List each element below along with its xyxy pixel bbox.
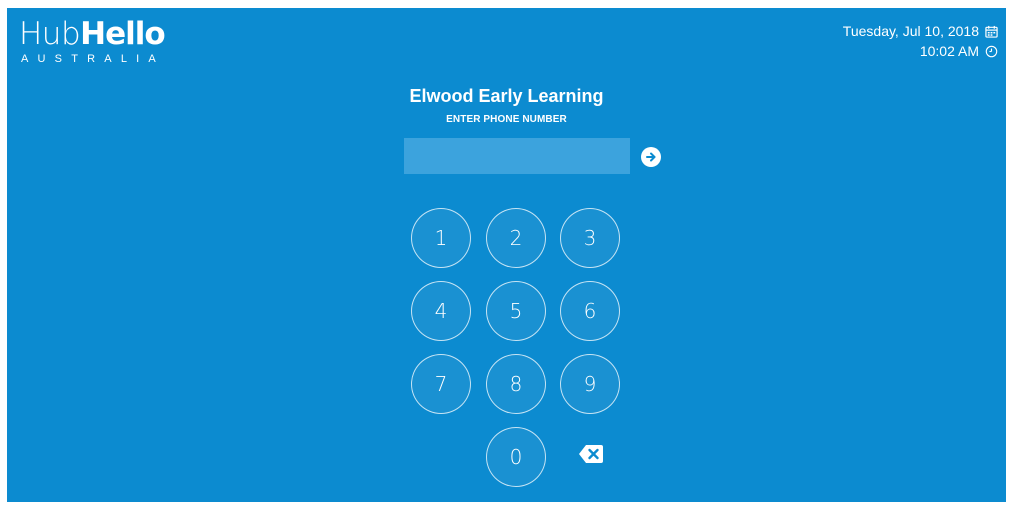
time-text: 10:02 AM [919, 43, 979, 59]
keypad-key-6[interactable]: 6 [560, 281, 620, 341]
logo-subtitle: AUSTRALIA [21, 53, 165, 65]
keypad-key-7[interactable]: 7 [411, 354, 471, 414]
logo-hello-text: Hello [80, 16, 166, 52]
phone-number-input[interactable] [404, 138, 630, 174]
keypad-key-0[interactable]: 0 [486, 427, 546, 487]
keypad-key-3[interactable]: 3 [560, 208, 620, 268]
logo-hub-text: Hub [19, 16, 81, 52]
calendar-icon [985, 25, 998, 38]
keypad-key-9[interactable]: 9 [560, 354, 620, 414]
hubhello-logo: Hub Hello AUSTRALIA [19, 16, 179, 68]
backspace-button[interactable] [578, 444, 604, 464]
keypad-key-5[interactable]: 5 [486, 281, 546, 341]
submit-button[interactable] [641, 147, 661, 167]
keypad-key-4[interactable]: 4 [411, 281, 471, 341]
time-row: 10:02 AM [843, 41, 998, 61]
datetime-display: Tuesday, Jul 10, 2018 10:02 AM [843, 21, 998, 61]
date-row: Tuesday, Jul 10, 2018 [843, 21, 998, 41]
backspace-icon [579, 445, 603, 463]
keypad-key-8[interactable]: 8 [486, 354, 546, 414]
date-text: Tuesday, Jul 10, 2018 [842, 23, 979, 39]
center-name-title: Elwood Early Learning [409, 86, 604, 106]
logo-wordmark: Hub Hello [19, 16, 179, 50]
kiosk-screen: Hub Hello AUSTRALIA Tuesday, Jul 10, 2018… [7, 8, 1006, 502]
keypad-key-2[interactable]: 2 [486, 208, 546, 268]
clock-icon [985, 45, 998, 57]
phone-instruction: ENTER PHONE NUMBER [446, 114, 567, 125]
arrow-right-circle-icon [646, 152, 656, 162]
keypad-key-1[interactable]: 1 [411, 208, 471, 268]
